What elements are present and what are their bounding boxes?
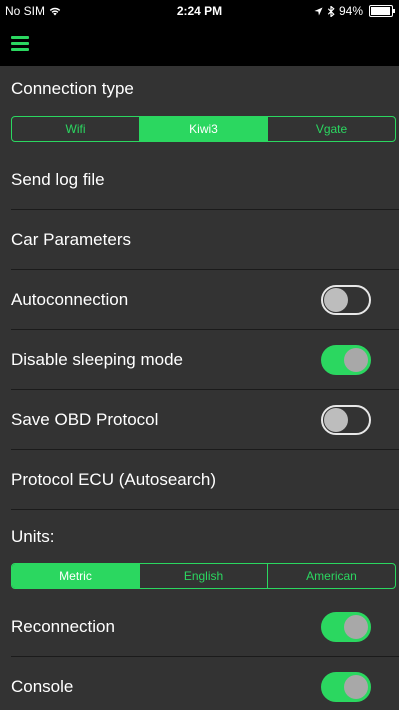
autoconnection-label: Autoconnection	[11, 290, 129, 309]
save-obd-label: Save OBD Protocol	[11, 410, 159, 429]
bluetooth-icon	[327, 5, 335, 17]
settings-screen: No SIM 2:24 PM 94% Connection type Wifi …	[0, 0, 399, 710]
units-title: Units:	[11, 527, 55, 546]
disable-sleeping-toggle[interactable]	[321, 345, 371, 375]
segment-wifi[interactable]: Wifi	[12, 117, 140, 141]
nav-bar	[0, 22, 399, 66]
save-obd-row: Save OBD Protocol	[0, 390, 399, 450]
send-log-label: Send log file	[11, 170, 105, 189]
connection-type-title: Connection type	[11, 79, 134, 98]
car-parameters-label: Car Parameters	[11, 230, 131, 249]
toggle-knob	[344, 348, 368, 372]
toggle-knob	[344, 615, 368, 639]
reconnection-toggle[interactable]	[321, 612, 371, 642]
hamburger-menu-icon[interactable]	[11, 36, 29, 51]
segment-english[interactable]: English	[140, 564, 268, 588]
reconnection-row: Reconnection	[0, 597, 399, 657]
segment-american[interactable]: American	[268, 564, 395, 588]
status-right: 94%	[314, 4, 395, 18]
disable-sleeping-row: Disable sleeping mode	[0, 330, 399, 390]
send-log-row[interactable]: Send log file	[0, 150, 399, 210]
segment-metric[interactable]: Metric	[12, 564, 140, 588]
autoconnection-toggle[interactable]	[321, 285, 371, 315]
reconnection-label: Reconnection	[11, 617, 115, 636]
battery-level-fill	[371, 7, 390, 15]
battery-percent: 94%	[338, 4, 363, 18]
protocol-ecu-label: Protocol ECU (Autosearch)	[11, 470, 217, 489]
autoconnection-row: Autoconnection	[0, 270, 399, 330]
row-divider	[11, 509, 399, 510]
save-obd-toggle[interactable]	[321, 405, 371, 435]
segment-kiwi3[interactable]: Kiwi3	[140, 117, 268, 141]
segment-vgate[interactable]: Vgate	[268, 117, 395, 141]
location-arrow-icon	[314, 6, 323, 16]
car-parameters-row[interactable]: Car Parameters	[0, 210, 399, 270]
toggle-knob	[324, 288, 348, 312]
status-bar: No SIM 2:24 PM 94%	[0, 0, 399, 22]
disable-sleeping-label: Disable sleeping mode	[11, 350, 183, 369]
protocol-ecu-row[interactable]: Protocol ECU (Autosearch)	[0, 450, 399, 510]
toggle-knob	[344, 675, 368, 699]
console-row: Console	[0, 657, 399, 710]
connection-type-segment: Wifi Kiwi3 Vgate	[11, 116, 396, 142]
console-toggle[interactable]	[321, 672, 371, 702]
console-label: Console	[11, 677, 74, 696]
units-segment: Metric English American	[11, 563, 396, 589]
toggle-knob	[324, 408, 348, 432]
battery-icon	[369, 5, 395, 17]
